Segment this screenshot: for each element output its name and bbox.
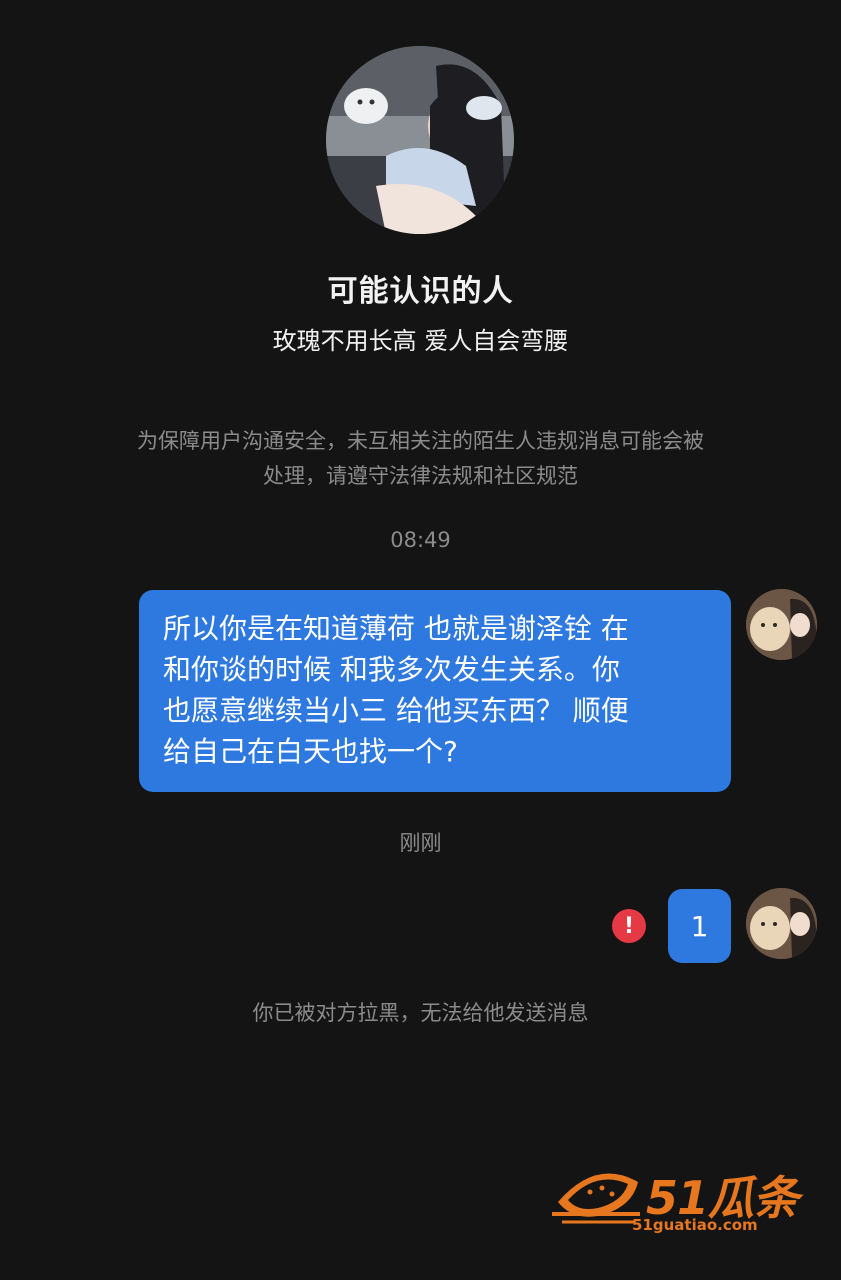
- message-timestamp: 刚刚: [399, 831, 442, 855]
- message-line: 所以你是在知道薄荷 也就是谢泽铨 在: [163, 612, 629, 645]
- safety-notice: 为保障用户沟通安全，未互相关注的陌生人违规消息可能会被 处理，请遵守法律法规和社…: [100, 424, 741, 494]
- contact-avatar[interactable]: [326, 46, 514, 234]
- error-icon[interactable]: !: [612, 909, 646, 943]
- message-timestamp: 08:49: [390, 528, 451, 552]
- message-line: 给自己在白天也找一个?: [163, 735, 458, 768]
- safety-notice-line: 为保障用户沟通安全，未互相关注的陌生人违规消息可能会被: [137, 429, 704, 453]
- message-text: 1: [690, 909, 709, 943]
- message-line: 也愿意继续当小三 给他买东西？ 顺便: [163, 694, 629, 727]
- profile-bio: 玫瑰不用长高 爱人自会弯腰: [272, 327, 569, 355]
- watermark-url: 51guatiao.com: [632, 1216, 758, 1234]
- watermark: 51瓜条 51guatiao.com: [548, 1158, 818, 1240]
- my-avatar[interactable]: [746, 589, 817, 660]
- profile-title: 可能认识的人: [327, 274, 514, 309]
- safety-notice-line: 处理，请遵守法律法规和社区规范: [263, 464, 578, 488]
- message-line: 和你谈的时候 和我多次发生关系。你: [163, 653, 620, 686]
- outgoing-message-bubble[interactable]: 1: [668, 889, 731, 963]
- outgoing-message-bubble[interactable]: 所以你是在知道薄荷 也就是谢泽铨 在 和你谈的时候 和我多次发生关系。你 也愿意…: [139, 590, 731, 792]
- blocked-notice: 你已被对方拉黑，无法给他发送消息: [252, 1001, 589, 1025]
- watermelon-logo-icon: [552, 1173, 640, 1224]
- my-avatar[interactable]: [746, 888, 817, 959]
